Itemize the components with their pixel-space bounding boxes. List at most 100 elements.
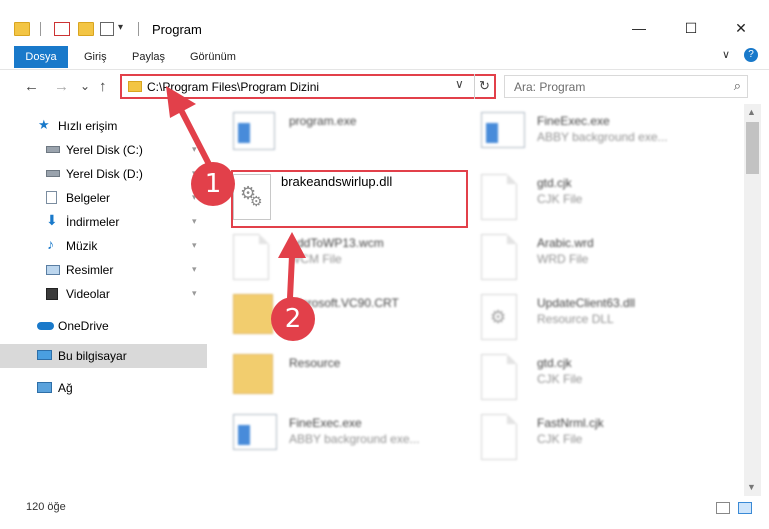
forward-button[interactable]: → [54,78,69,95]
nav-item-music[interactable]: ♪ Müzik ▾ [0,234,207,258]
recent-locations-button[interactable]: ⌄ [80,79,90,93]
quick-access-dropdown-icon[interactable]: ▾ [118,22,123,33]
scroll-thumb[interactable] [746,122,759,174]
nav-item-quick-access[interactable]: ★ Hızlı erişim [0,114,207,138]
nav-label: Müzik [66,239,98,253]
nav-item-network[interactable]: Ağ [0,376,207,400]
computer-icon [37,350,52,360]
folder-icon [128,81,142,92]
nav-label: Hızlı erişim [58,119,118,133]
document-icon [481,174,517,220]
maximize-button[interactable]: ☐ [676,18,706,38]
customize-icon[interactable] [100,22,114,36]
search-icon[interactable]: ⌕ [734,78,741,94]
file-item[interactable]: FineExec.exe ABBY background exe... [481,108,721,164]
file-type: CJK File [537,192,583,206]
new-folder-icon[interactable] [78,22,94,36]
ribbon-collapse-icon[interactable]: ∨ [722,48,730,61]
large-icons-view-icon[interactable] [738,502,752,514]
drive-icon [46,146,60,153]
refresh-button[interactable]: ↻ [474,74,494,99]
nav-label: Resimler [66,263,114,277]
nav-item-disk-d[interactable]: Yerel Disk (D:) ▾ [0,162,207,186]
help-icon[interactable]: ? [744,48,758,62]
gear-icon: ⚙ [490,307,507,327]
nav-label: OneDrive [58,319,109,333]
address-path[interactable]: C:\Program Files\Program Dizini [147,80,319,94]
executable-icon [481,112,525,148]
file-name: AddToWP13.wcm [289,236,384,250]
file-name: gtd.cjk [537,176,572,190]
close-button[interactable]: ✕ [726,18,756,38]
pin-icon[interactable]: ▾ [192,240,197,251]
minimize-button[interactable]: — [624,18,654,38]
title-bar: ▾ Program — ☐ ✕ [0,0,769,44]
properties-check-icon[interactable] [54,22,70,36]
file-type: WRD File [537,252,589,266]
file-item[interactable]: Resource [233,350,473,406]
scroll-down-icon[interactable]: ▼ [747,482,756,492]
folder-icon [233,294,273,334]
status-bar: 120 öğe [0,496,769,521]
vertical-scrollbar[interactable]: ▲ ▼ [744,104,761,496]
pin-icon[interactable]: ▾ [192,216,197,227]
scroll-up-icon[interactable]: ▲ [747,107,756,117]
search-input[interactable]: Ara: Program ⌕ [504,75,748,98]
file-name: program.exe [289,114,357,128]
item-count: 120 öğe [26,501,66,513]
file-item[interactable]: AddToWP13.wcm WCM File [233,230,473,286]
tab-file[interactable]: Dosya [14,46,68,68]
address-bar[interactable]: C:\Program Files\Program Dizini ∨ ↻ [120,74,496,99]
star-icon: ★ [38,117,50,132]
tab-home[interactable]: Giriş [84,46,107,68]
step-2-badge: 2 [271,297,315,341]
file-type: Resource DLL [537,312,614,326]
folder-icon [233,354,273,394]
back-button[interactable]: ← [24,78,39,95]
nav-label: Yerel Disk (D:) [66,167,143,181]
pin-icon[interactable]: ▾ [192,288,197,299]
document-icon [233,234,269,280]
file-item[interactable]: ⚙ UpdateClient63.dll Resource DLL [481,290,721,346]
file-type: WCM File [289,252,342,266]
nav-item-pictures[interactable]: Resimler ▾ [0,258,207,282]
pin-icon[interactable]: ▾ [192,144,197,155]
nav-label: Belgeler [66,191,111,205]
nav-item-videos[interactable]: Videolar ▾ [0,282,207,306]
file-item[interactable]: Arabic.wrd WRD File [481,230,721,286]
document-icon [481,414,517,460]
download-icon: ⬇ [46,212,58,228]
ribbon-tabs: Dosya Giriş Paylaş Görünüm ∨ ? [0,44,769,70]
pin-icon[interactable]: ▾ [192,264,197,275]
tab-view[interactable]: Görünüm [190,46,236,68]
nav-item-onedrive[interactable]: OneDrive [0,314,207,338]
nav-item-documents[interactable]: Belgeler ▾ [0,186,207,210]
folder-icon [14,22,30,36]
file-type: ABBY background exe... [289,432,420,446]
document-icon [481,354,517,400]
tab-share[interactable]: Paylaş [132,46,165,68]
up-button[interactable]: ↑ [99,78,107,95]
nav-label: Videolar [66,287,110,301]
nav-item-this-pc[interactable]: Bu bilgisayar [0,344,207,368]
nav-item-disk-c[interactable]: Yerel Disk (C:) ▾ [0,138,207,162]
file-item[interactable]: Microsoft.VC90.CRT [233,290,473,346]
dll-highlight-box [231,170,468,228]
details-view-icon[interactable] [716,502,730,514]
address-row: ← → ⌄ ↑ C:\Program Files\Program Dizini … [0,70,769,104]
nav-item-downloads[interactable]: ⬇ İndirmeler ▾ [0,210,207,234]
file-item[interactable]: program.exe [233,108,473,164]
documents-icon [46,191,57,204]
file-item[interactable]: FineExec.exe ABBY background exe... [233,410,473,466]
file-item[interactable]: gtd.cjk CJK File [481,350,721,406]
file-item[interactable]: FastNrml.cjk CJK File [481,410,721,466]
file-type: ABBY background exe... [537,130,668,144]
window-title: Program [152,22,202,37]
executable-icon [233,414,277,450]
file-item[interactable]: gtd.cjk CJK File [481,170,721,226]
file-name: FastNrml.cjk [537,416,604,430]
address-dropdown-icon[interactable]: ∨ [455,77,464,91]
file-name: UpdateClient63.dll [537,296,636,310]
file-type: CJK File [537,372,583,386]
file-name: gtd.cjk [537,356,572,370]
